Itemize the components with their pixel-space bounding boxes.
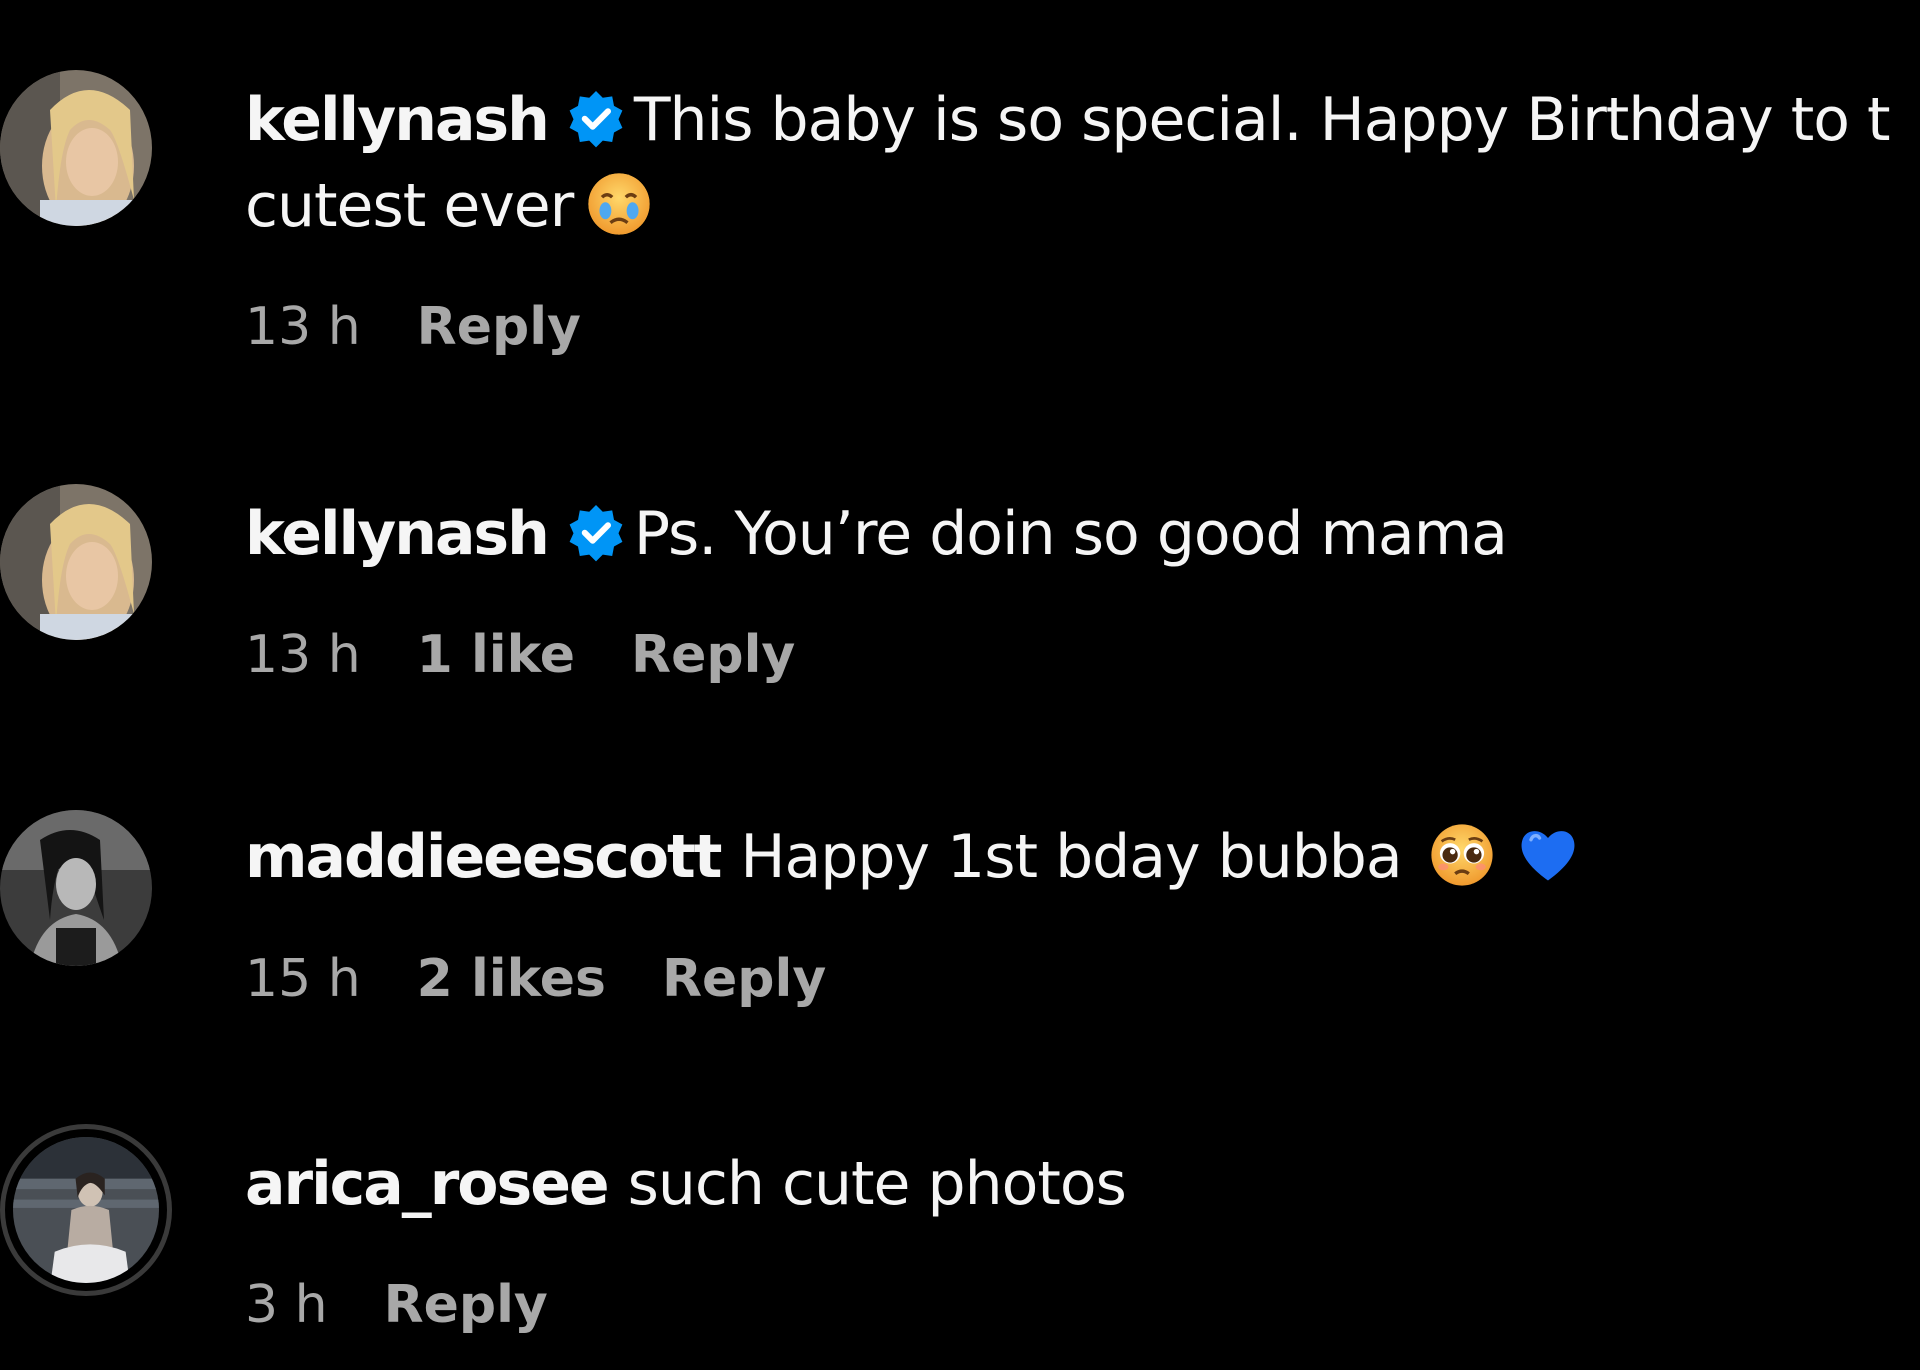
reply-button[interactable]: Reply	[384, 1275, 548, 1335]
crying-face-icon	[585, 170, 653, 238]
timestamp: 3 h	[245, 1275, 328, 1335]
comment-meta: 13 h 1 like Reply	[245, 620, 851, 690]
avatar-image	[0, 70, 152, 226]
avatar-image	[0, 810, 152, 966]
avatar-story-ring[interactable]	[0, 1124, 172, 1296]
reply-button[interactable]: Reply	[662, 949, 826, 1009]
comment-text-line-2: cutest ever	[245, 164, 653, 248]
username[interactable]: kellynash	[245, 499, 550, 569]
comment-text: This baby is so special. Happy Birthday …	[633, 85, 1891, 155]
comment-text-line: arica_rosee such cute photos	[245, 1142, 1127, 1226]
avatar[interactable]	[0, 810, 152, 966]
comment-text-line: kellynash Ps. You’re doin so good mama	[245, 492, 1508, 576]
avatar-image	[13, 1137, 159, 1283]
comment-meta: 13 h Reply	[245, 292, 637, 362]
avatar-image	[0, 484, 152, 640]
reply-button[interactable]: Reply	[417, 297, 581, 357]
likes-count[interactable]: 2 likes	[417, 949, 606, 1009]
username[interactable]: kellynash	[245, 85, 550, 155]
comment-meta: 3 h Reply	[245, 1270, 604, 1340]
reply-button[interactable]: Reply	[631, 625, 795, 685]
avatar[interactable]	[0, 484, 152, 640]
comment-text-continued: cutest ever	[245, 171, 574, 241]
likes-count[interactable]: 1 like	[417, 625, 575, 685]
comment-text: Happy 1st bday bubba	[740, 822, 1402, 892]
timestamp: 13 h	[245, 297, 361, 357]
comment-text: Ps. You’re doin so good mama	[633, 499, 1508, 569]
timestamp: 13 h	[245, 625, 361, 685]
comment-text-line: kellynash This baby is so special. Happy …	[245, 78, 1891, 162]
username[interactable]: arica_rosee	[245, 1149, 610, 1219]
pleading-face-icon	[1428, 821, 1496, 889]
avatar[interactable]	[0, 70, 152, 226]
comment-text: such cute photos	[627, 1149, 1127, 1219]
comment-text-line: maddieeescott Happy 1st bday bubba	[245, 815, 1582, 899]
verified-badge-icon	[566, 88, 626, 148]
comment-meta: 15 h 2 likes Reply	[245, 944, 882, 1014]
timestamp: 15 h	[245, 949, 361, 1009]
verified-badge-icon	[566, 502, 626, 562]
blue-heart-icon	[1514, 821, 1582, 889]
username[interactable]: maddieeescott	[245, 822, 722, 892]
